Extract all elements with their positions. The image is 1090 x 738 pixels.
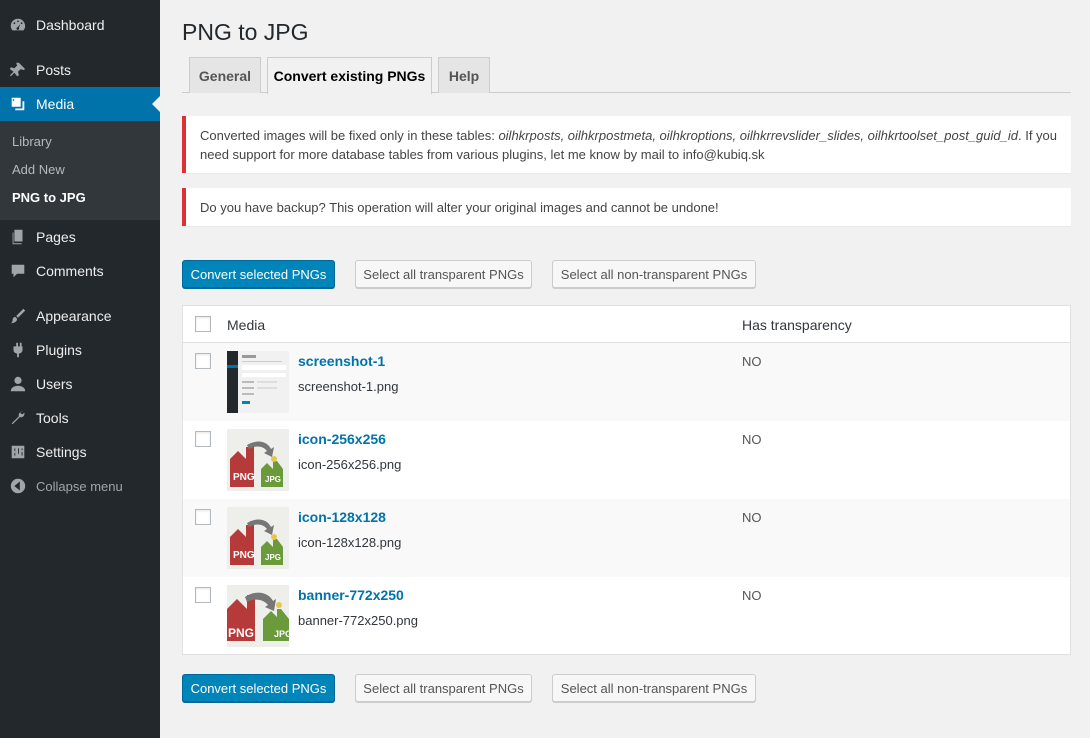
tab-convert-existing[interactable]: Convert existing PNGs bbox=[267, 57, 432, 94]
media-title-link[interactable]: icon-128x128 bbox=[298, 509, 386, 525]
menu-media[interactable]: Media bbox=[0, 87, 160, 121]
table-row: PNG JPG icon-128x128 icon-128x128.png NO bbox=[183, 499, 1070, 577]
media-filename: icon-128x128.png bbox=[298, 535, 402, 550]
admin-sidebar: Dashboard Posts Media Library Add New PN… bbox=[0, 0, 160, 738]
media-table: Media Has transparency screenshot-1 scre… bbox=[182, 305, 1071, 655]
row-checkbox[interactable] bbox=[195, 509, 211, 525]
menu-label: Users bbox=[36, 376, 73, 392]
menu-posts[interactable]: Posts bbox=[0, 53, 160, 87]
users-icon bbox=[0, 375, 36, 393]
row-checkbox[interactable] bbox=[195, 353, 211, 369]
transparency-value: NO bbox=[742, 588, 762, 603]
menu-label: Posts bbox=[36, 62, 72, 78]
media-submenu: Library Add New PNG to JPG bbox=[0, 121, 160, 220]
page-title: PNG to JPG bbox=[182, 19, 309, 45]
tables-list: oilhkrposts, oilhkrpostmeta, oilhkroptio… bbox=[498, 127, 1018, 143]
menu-plugins[interactable]: Plugins bbox=[0, 333, 160, 367]
select-transparent-button-bottom[interactable]: Select all transparent PNGs bbox=[355, 674, 532, 702]
menu-label: Plugins bbox=[36, 342, 82, 358]
menu-comments[interactable]: Comments bbox=[0, 254, 160, 288]
menu-label: Media bbox=[36, 96, 75, 112]
submenu-library[interactable]: Library bbox=[12, 134, 52, 149]
media-title-link[interactable]: banner-772x250 bbox=[298, 587, 404, 603]
convert-selected-button-bottom[interactable]: Convert selected PNGs bbox=[182, 674, 335, 702]
select-all-checkbox[interactable] bbox=[195, 316, 211, 332]
brush-icon bbox=[0, 307, 36, 325]
media-title-link[interactable]: screenshot-1 bbox=[298, 353, 385, 369]
menu-label: Settings bbox=[36, 444, 87, 460]
transparency-value: NO bbox=[742, 354, 762, 369]
thumbnail-screenshot[interactable] bbox=[227, 351, 289, 413]
tables-notice-prefix: Converted images will be fixed only in t… bbox=[200, 127, 499, 143]
menu-tools[interactable]: Tools bbox=[0, 401, 160, 435]
submenu-png-to-jpg[interactable]: PNG to JPG bbox=[12, 190, 86, 205]
backup-notice: Do you have backup? This operation will … bbox=[182, 188, 1071, 226]
select-transparent-button-top[interactable]: Select all transparent PNGs bbox=[355, 260, 532, 288]
thumb-jpg-label: JPG bbox=[265, 475, 281, 484]
menu-appearance[interactable]: Appearance bbox=[0, 299, 160, 333]
collapse-icon bbox=[0, 477, 36, 495]
menu-label: Appearance bbox=[36, 308, 112, 324]
thumb-png-label: PNG bbox=[228, 626, 254, 640]
menu-users[interactable]: Users bbox=[0, 367, 160, 401]
menu-label: Tools bbox=[36, 410, 69, 426]
collapse-label: Collapse menu bbox=[36, 478, 123, 494]
menu-label: Dashboard bbox=[36, 17, 105, 33]
tables-notice-text: Converted images will be fixed only in t… bbox=[200, 126, 1057, 164]
tables-notice: Converted images will be fixed only in t… bbox=[182, 116, 1071, 173]
media-filename: icon-256x256.png bbox=[298, 457, 402, 472]
transparency-value: NO bbox=[742, 432, 762, 447]
media-icon bbox=[0, 95, 36, 113]
transparency-value: NO bbox=[742, 510, 762, 525]
dashboard-icon bbox=[0, 16, 36, 34]
thumbnail-icon-128[interactable]: PNG JPG bbox=[227, 507, 289, 569]
table-header: Media Has transparency bbox=[183, 306, 1070, 343]
active-menu-arrow bbox=[152, 96, 160, 112]
menu-label: Comments bbox=[36, 263, 104, 279]
collapse-menu-button[interactable]: Collapse menu bbox=[0, 469, 160, 503]
pages-icon bbox=[0, 228, 36, 246]
menu-dashboard[interactable]: Dashboard bbox=[0, 8, 160, 42]
thumb-png-label: PNG bbox=[233, 550, 255, 561]
comments-icon bbox=[0, 262, 36, 280]
pin-icon bbox=[0, 61, 36, 79]
tab-general[interactable]: General bbox=[189, 57, 261, 93]
table-row: screenshot-1 screenshot-1.png NO bbox=[183, 343, 1070, 421]
thumb-jpg-label: JPG bbox=[265, 553, 281, 562]
backup-notice-text: Do you have backup? This operation will … bbox=[200, 199, 719, 215]
media-filename: screenshot-1.png bbox=[298, 379, 399, 394]
row-checkbox[interactable] bbox=[195, 587, 211, 603]
menu-settings[interactable]: Settings bbox=[0, 435, 160, 469]
row-checkbox[interactable] bbox=[195, 431, 211, 447]
column-header-media: Media bbox=[227, 317, 266, 333]
settings-icon bbox=[0, 443, 36, 461]
menu-label: Pages bbox=[36, 229, 76, 245]
select-non-transparent-button-top[interactable]: Select all non-transparent PNGs bbox=[552, 260, 756, 288]
wrench-icon bbox=[0, 409, 36, 427]
media-title-link[interactable]: icon-256x256 bbox=[298, 431, 386, 447]
table-row: PNG JPG banner-772x250 banner-772x250.pn… bbox=[183, 577, 1070, 655]
thumb-png-label: PNG bbox=[233, 472, 255, 483]
menu-pages[interactable]: Pages bbox=[0, 220, 160, 254]
column-header-transparency: Has transparency bbox=[742, 317, 852, 333]
convert-selected-button-top[interactable]: Convert selected PNGs bbox=[182, 260, 335, 288]
thumbnail-banner[interactable]: PNG JPG bbox=[227, 585, 289, 647]
thumbnail-icon-256[interactable]: PNG JPG bbox=[227, 429, 289, 491]
thumb-jpg-label: JPG bbox=[274, 629, 289, 639]
table-row: PNG JPG icon-256x256 icon-256x256.png NO bbox=[183, 421, 1070, 499]
plugin-icon bbox=[0, 341, 36, 359]
media-filename: banner-772x250.png bbox=[298, 613, 418, 628]
submenu-add-new[interactable]: Add New bbox=[12, 162, 65, 177]
select-non-transparent-button-bottom[interactable]: Select all non-transparent PNGs bbox=[552, 674, 756, 702]
tab-help[interactable]: Help bbox=[438, 57, 490, 93]
